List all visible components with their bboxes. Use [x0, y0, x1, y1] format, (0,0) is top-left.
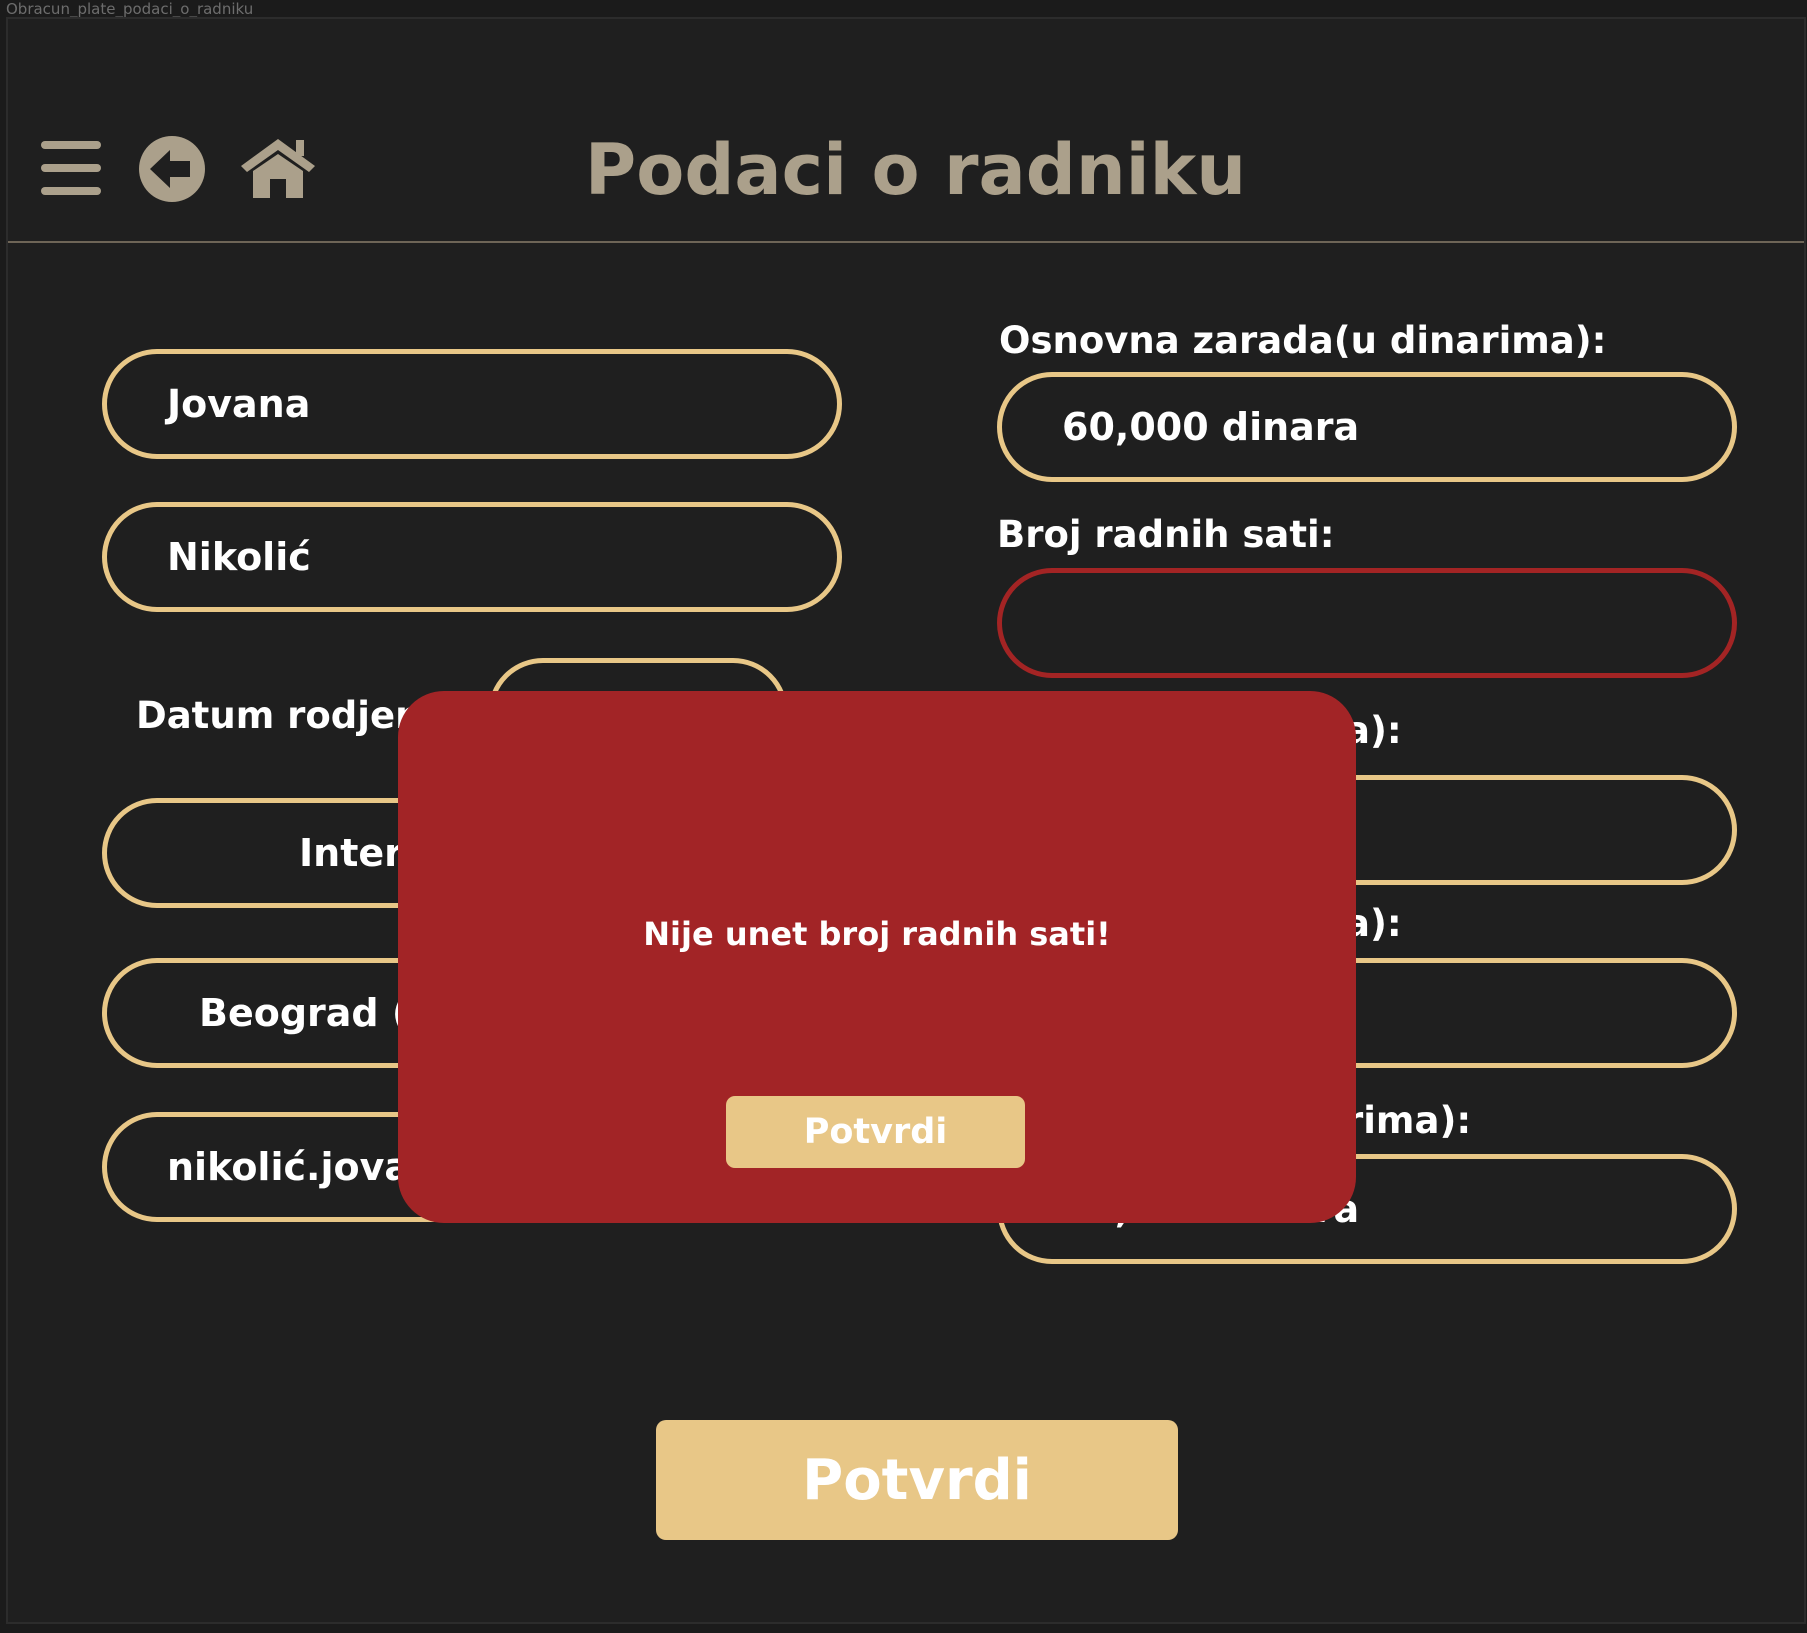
error-message: Nije unet broj radnih sati!: [643, 915, 1111, 953]
hours-label: Broj radnih sati:: [997, 513, 1335, 556]
error-dialog: Nije unet broj radnih sati! Potvrdi: [398, 691, 1356, 1223]
page-title: Podaci o radniku: [584, 129, 1247, 211]
app-frame: Podaci o radniku Jovana Nikolić Datum ro…: [6, 17, 1806, 1624]
header-divider: [8, 241, 1804, 243]
confirm-button[interactable]: Potvrdi: [656, 1420, 1178, 1540]
first-name-value: Jovana: [167, 382, 311, 426]
first-name-field[interactable]: Jovana: [102, 349, 842, 459]
base-salary-value: 60,000 dinara: [1062, 405, 1360, 449]
birth-date-label: Datum rodjen: [136, 694, 422, 737]
base-salary-field[interactable]: 60,000 dinara: [997, 372, 1737, 482]
base-salary-label: Osnovna zarada(u dinarima):: [999, 319, 1607, 362]
dialog-confirm-button[interactable]: Potvrdi: [726, 1096, 1025, 1168]
last-name-field[interactable]: Nikolić: [102, 502, 842, 612]
hours-field[interactable]: [997, 568, 1737, 678]
email-value: nikolić.jovan: [167, 1145, 438, 1189]
last-name-value: Nikolić: [167, 535, 311, 579]
field5-label: rima):: [1345, 1099, 1472, 1142]
window-title: Obracun_plate_podaci_o_radniku: [6, 0, 254, 18]
